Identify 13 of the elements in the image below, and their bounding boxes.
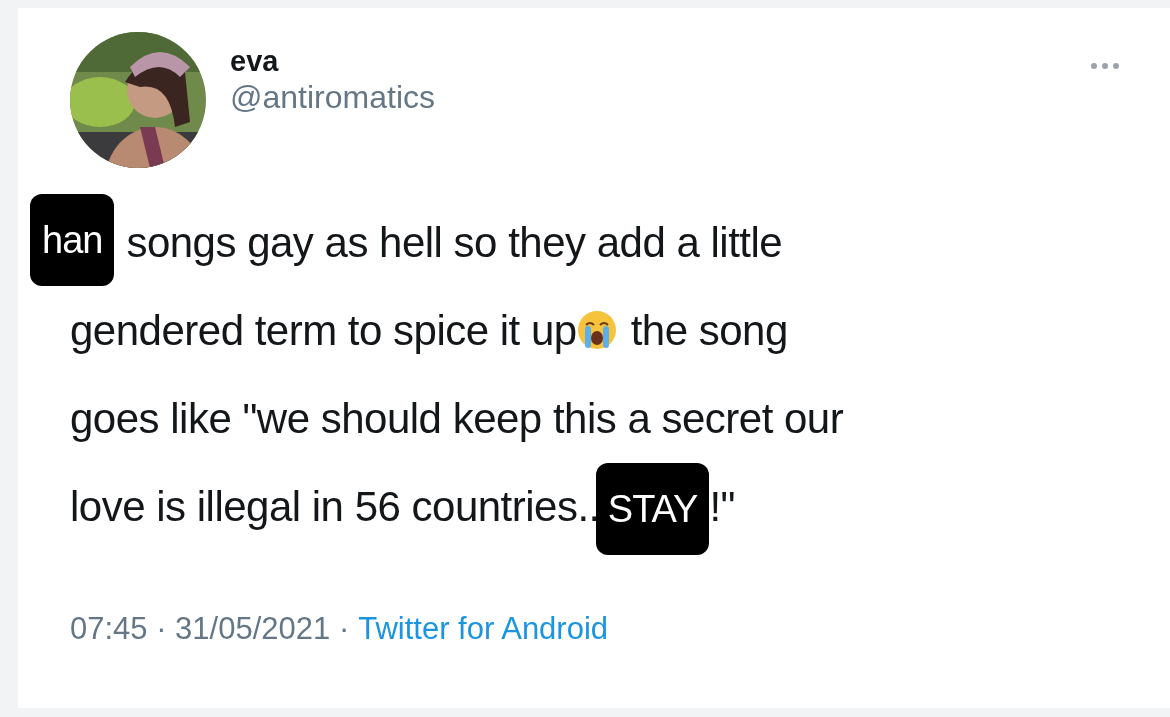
text-sticker: STAY	[595, 463, 710, 555]
username[interactable]: @antiromatics	[230, 77, 1090, 117]
tweet-text: the song	[630, 305, 788, 356]
more-icon[interactable]	[1090, 62, 1120, 70]
tweet-text: gendered term to spice it up	[70, 305, 577, 356]
tweet-text: songs gay as hell so they add a little	[126, 217, 783, 268]
crying-face-icon	[576, 310, 617, 350]
tweet-text: goes like "we should keep this a secret our	[70, 393, 844, 444]
text-sticker: han	[30, 194, 115, 286]
tweet-text: !"	[709, 481, 735, 532]
display-name[interactable]: eva	[230, 46, 1090, 78]
timestamp: 07:45 · 31/05/2021 ·	[70, 611, 350, 646]
source-link[interactable]: Twitter for Android	[358, 611, 609, 646]
